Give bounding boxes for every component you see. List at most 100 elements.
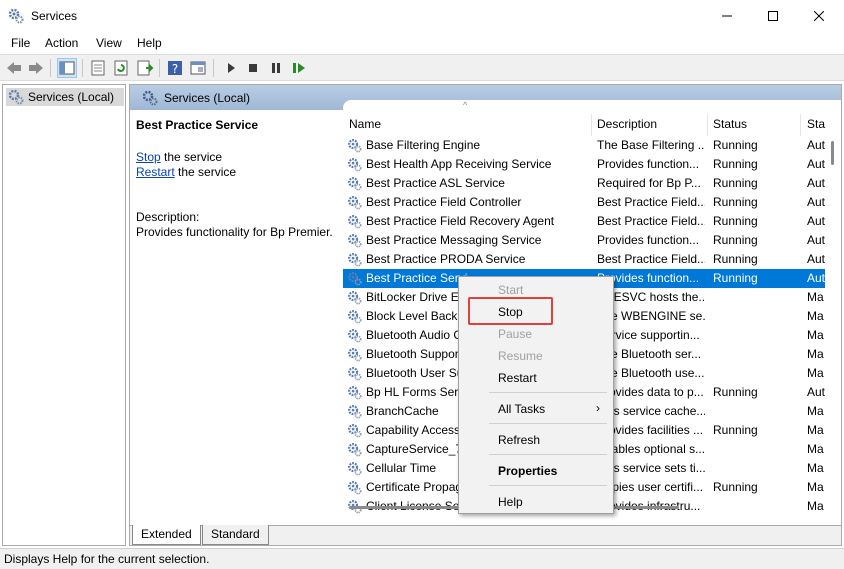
window-title: Services [31,9,78,23]
ctx-restart[interactable]: Restart [460,368,612,388]
restart-service-link[interactable]: Restart [136,165,175,179]
service-gear-icon [348,177,362,191]
restart-service-icon[interactable] [290,59,308,77]
stop-service-link[interactable]: Stop [136,150,161,164]
status-bar: Displays Help for the current selection. [0,548,844,569]
minimize-icon [722,15,732,17]
service-row[interactable]: Best Practice PRODA Service Best Practice… [343,250,826,269]
service-row[interactable]: Base Filtering Engine The Base Filtering … [343,136,826,155]
service-startup-type: Ma [807,480,824,494]
service-startup-type: Aut [807,233,826,247]
ctx-refresh[interactable]: Refresh [460,430,612,450]
service-description: Provides function... [597,157,700,171]
ctx-separator [489,485,607,486]
service-description: The Base Filtering ... [597,138,705,152]
service-name: Best Practice ASL Service [366,176,505,190]
services-gear-icon [8,8,24,24]
refresh-icon[interactable] [112,59,130,77]
close-button[interactable] [796,0,842,32]
service-status: Running [713,480,758,494]
stop-service-icon[interactable] [244,59,262,77]
minimize-button[interactable] [704,0,750,32]
service-gear-icon [348,291,362,305]
start-service-icon[interactable] [222,59,240,77]
service-gear-icon [348,253,362,267]
service-startup-type: Aut [807,195,826,209]
export-list-icon[interactable] [136,59,154,77]
service-gear-icon [348,348,362,362]
column-separator [707,114,708,136]
service-status: Running [713,423,758,437]
properties-sheet-icon[interactable] [89,59,107,77]
stop-highlight-annotation [468,297,553,325]
service-row[interactable]: Best Practice Field Recovery Agent Best P… [343,212,826,231]
restart-service-text: the service [178,165,237,179]
service-startup-type: Ma [807,404,824,418]
service-gear-icon [348,196,362,210]
service-gear-icon [348,424,362,438]
maximize-button[interactable] [750,0,796,32]
menu-view[interactable]: View [96,36,122,50]
show-hide-console-tree-icon[interactable] [57,58,77,78]
service-status: Running [713,157,758,171]
help-icon[interactable]: ? [166,59,184,77]
vertical-scroll-thumb[interactable] [831,141,834,165]
service-description: Required for Bp P... [597,176,701,190]
service-name: Best Health App Receiving Service [366,157,552,171]
service-gear-icon [348,405,362,419]
service-status: Running [713,138,758,152]
service-name: Best Practice Messaging Service [366,233,542,247]
console-tree: Services (Local) [2,84,126,546]
service-gear-icon [348,386,362,400]
menu-help[interactable]: Help [137,36,162,50]
console-window-icon[interactable] [189,59,207,77]
service-startup-type: Ma [807,461,824,475]
tab-standard[interactable]: Standard [202,525,269,545]
service-row[interactable]: Best Practice Messaging Service Provides … [343,231,826,250]
submenu-arrow-icon: › [596,401,600,415]
service-description: Best Practice Field... [597,214,705,228]
pane-title: Services (Local) [164,90,251,105]
service-row[interactable]: Best Health App Receiving Service Provide… [343,155,826,174]
column-separator [591,114,592,136]
back-arrow-icon[interactable] [5,59,23,77]
column-header-name[interactable]: Name [349,100,381,136]
service-startup-type: Aut [807,385,826,399]
ctx-resume[interactable]: Resume [460,346,612,366]
service-startup-type: Ma [807,347,824,361]
service-name: Best Practice PRODA Service [366,252,526,266]
ctx-help[interactable]: Help [460,492,612,512]
menu-file[interactable]: File [11,36,30,50]
ctx-separator [489,392,607,393]
ctx-all-tasks[interactable]: All Tasks › [460,399,612,419]
tab-extended[interactable]: Extended [132,525,201,545]
vertical-scrollbar[interactable] [825,137,841,525]
forward-arrow-icon[interactable] [27,59,45,77]
service-status: Running [713,176,758,190]
service-name: Base Filtering Engine [366,138,481,152]
column-header-description[interactable]: Description [597,100,657,136]
service-startup-type: Aut [807,157,826,171]
service-status: Running [713,271,758,285]
menu-action[interactable]: Action [45,36,78,50]
toolbar-separator [50,59,51,77]
ctx-all-tasks-label: All Tasks [498,402,546,416]
pause-service-icon[interactable] [267,59,285,77]
ctx-pause[interactable]: Pause [460,324,612,344]
tree-item-services-local[interactable]: Services (Local) [6,88,124,106]
title-bar: Services [0,0,844,33]
service-status: Running [713,385,758,399]
service-description: Provides function... [597,233,700,247]
close-icon [814,11,824,21]
service-row[interactable]: Best Practice ASL Service Required for Bp… [343,174,826,193]
service-startup-type: Aut [807,176,826,190]
service-row[interactable]: Best Practice Field Controller Best Pract… [343,193,826,212]
ctx-properties[interactable]: Properties [460,461,612,481]
menu-bar: File Action View Help [0,33,844,53]
column-header-startup-type[interactable]: Sta [807,100,825,136]
ctx-separator [489,454,607,455]
view-tabs: Extended Standard [130,525,841,545]
column-header-status[interactable]: Status [713,100,747,136]
service-gear-icon [348,462,362,476]
service-name: Best Practice Field Controller [366,195,522,209]
